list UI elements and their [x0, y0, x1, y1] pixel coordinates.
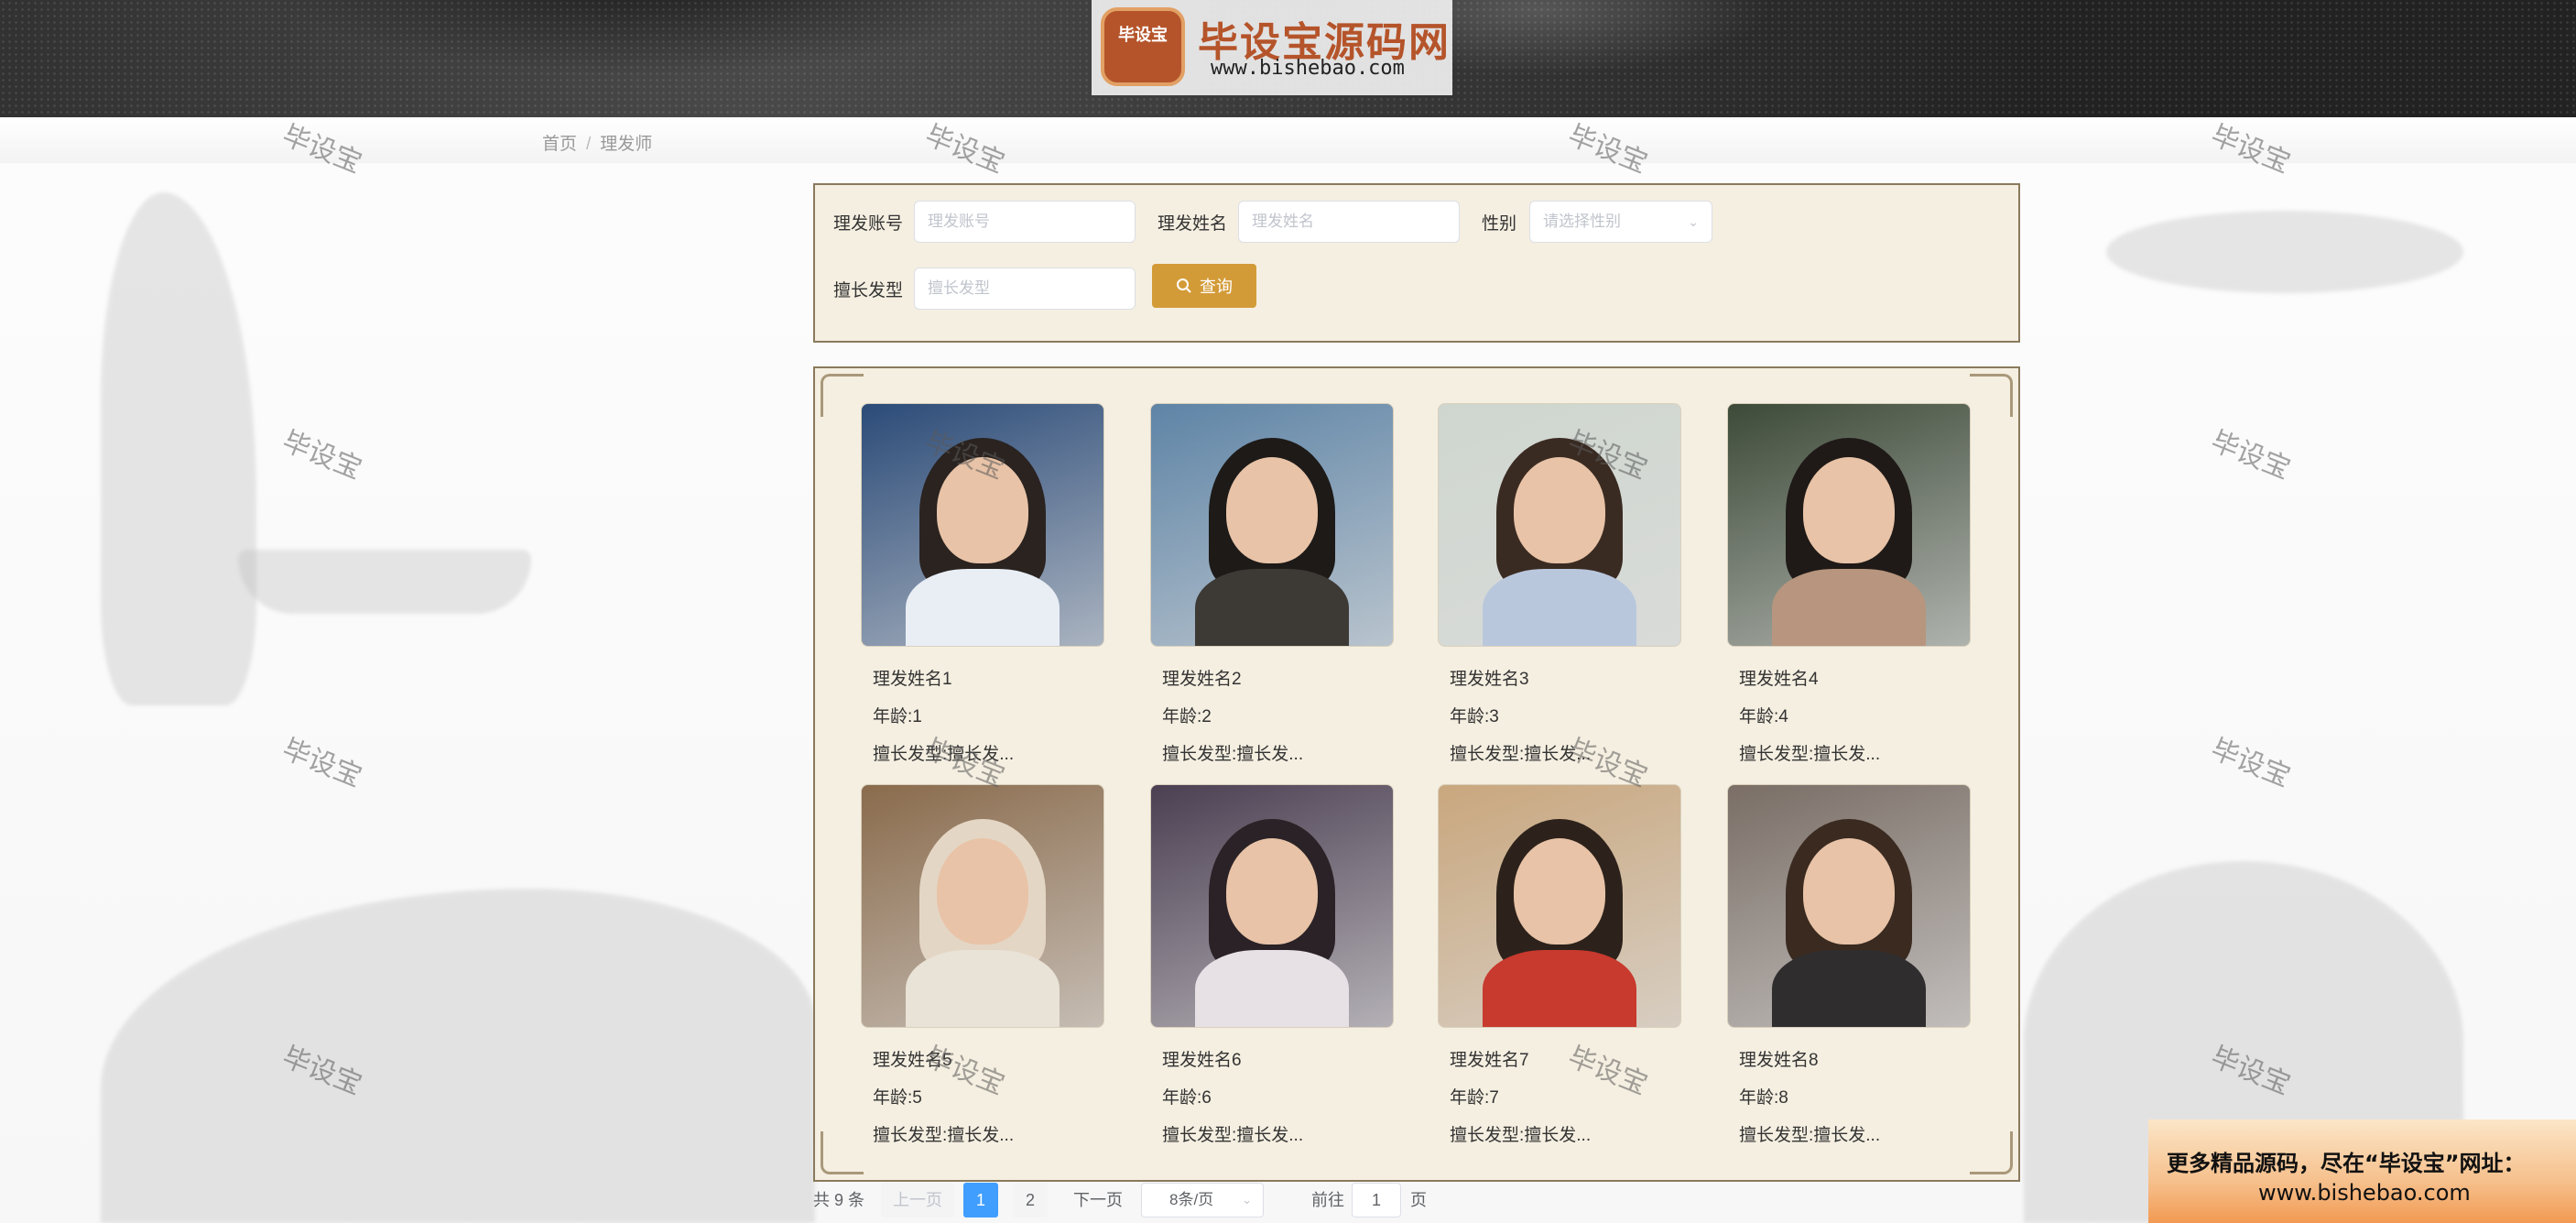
portrait-face	[936, 457, 1029, 564]
barber-name[interactable]: 理发姓名7	[1450, 1046, 1529, 1071]
barber-photo[interactable]	[1438, 784, 1681, 1028]
promo-line-1: 更多精品源码，尽在“毕设宝”网址：	[2167, 1151, 2526, 1176]
barber-age: 年龄:5	[873, 1088, 922, 1108]
name-label: 理发姓名	[1158, 214, 1228, 234]
barber-name[interactable]: 理发姓名1	[873, 665, 952, 690]
breadcrumb-current: 理发师	[600, 135, 653, 154]
logo-url: www.bishebao.com	[1211, 57, 1405, 80]
barber-name[interactable]: 理发姓名2	[1162, 665, 1242, 690]
search-button-label: 查询	[1200, 278, 1233, 296]
next-page-button[interactable]: 下一页	[1066, 1183, 1130, 1218]
corner-ornament-icon	[821, 374, 864, 417]
portrait-body	[905, 949, 1060, 1027]
watermark-text: 毕设宝	[277, 733, 366, 794]
pagination-total: 共 9 条	[813, 1191, 865, 1209]
barber-age: 年龄:2	[1162, 707, 1212, 726]
watermark-text: 毕设宝	[277, 425, 366, 486]
corner-ornament-icon	[1970, 374, 2013, 417]
left-mountain-scenery	[101, 889, 815, 1223]
barber-age: 年龄:7	[1450, 1088, 1499, 1108]
barber-photo[interactable]	[861, 784, 1104, 1028]
gender-select-placeholder: 请选择性别	[1543, 213, 1621, 230]
breadcrumb-home[interactable]: 首页	[542, 135, 577, 154]
portrait-face	[1513, 457, 1606, 564]
portrait-face	[1225, 838, 1319, 945]
barber-style: 擅长发型:擅长发...	[1162, 745, 1304, 764]
barber-photo[interactable]	[1727, 784, 1971, 1028]
barber-age: 年龄:8	[1739, 1088, 1788, 1108]
portrait-body	[1771, 568, 1927, 646]
portrait-body	[1482, 949, 1637, 1027]
barber-age: 年龄:6	[1162, 1088, 1212, 1108]
barber-photo[interactable]	[1438, 403, 1681, 647]
barber-name[interactable]: 理发姓名8	[1739, 1046, 1819, 1071]
portrait-body	[1771, 949, 1927, 1027]
barber-photo[interactable]	[1150, 784, 1394, 1028]
chevron-down-icon: ⌄	[1242, 1193, 1252, 1207]
breadcrumb: 首页 / 理发师	[542, 130, 652, 155]
page-size-value: 8条/页	[1169, 1191, 1214, 1208]
barber-photo[interactable]	[1727, 403, 1971, 647]
search-icon	[1177, 278, 1191, 293]
style-label: 擅长发型	[833, 281, 904, 300]
breadcrumb-bar	[0, 117, 2576, 163]
barber-name[interactable]: 理发姓名3	[1450, 665, 1529, 690]
barber-name[interactable]: 理发姓名6	[1162, 1046, 1242, 1071]
page-button-1[interactable]: 1	[963, 1183, 998, 1218]
search-button[interactable]: 查询	[1152, 264, 1256, 308]
portrait-face	[1225, 457, 1319, 564]
promo-line-2: www.bishebao.com	[2258, 1180, 2471, 1206]
barber-age: 年龄:1	[873, 707, 922, 726]
barber-name[interactable]: 理发姓名4	[1739, 665, 1819, 690]
promo-banner[interactable]: 更多精品源码，尽在“毕设宝”网址： www.bishebao.com	[2148, 1119, 2576, 1223]
gender-select[interactable]: 请选择性别 ⌄	[1529, 201, 1712, 243]
barber-style: 擅长发型:擅长发...	[1162, 1126, 1304, 1145]
account-label: 理发账号	[833, 214, 904, 234]
portrait-face	[936, 838, 1029, 945]
portrait-body	[1194, 949, 1350, 1027]
left-boat-scenery	[238, 550, 531, 614]
left-cliff-scenery	[101, 192, 256, 705]
account-input[interactable]	[914, 201, 1136, 243]
barber-name[interactable]: 理发姓名5	[873, 1046, 952, 1071]
barber-style: 擅长发型:擅长发...	[873, 745, 1015, 764]
goto-page-input[interactable]: 1	[1352, 1183, 1401, 1218]
portrait-face	[1802, 838, 1896, 945]
portrait-face	[1513, 838, 1606, 945]
site-logo[interactable]: 毕设宝 毕设宝源码网 www.bishebao.com	[1092, 0, 1452, 95]
barber-style: 擅长发型:擅长发...	[1739, 745, 1881, 764]
barber-age: 年龄:3	[1450, 707, 1499, 726]
goto-unit: 页	[1410, 1191, 1427, 1209]
logo-badge-icon: 毕设宝	[1101, 7, 1185, 86]
watermark-text: 毕设宝	[2206, 425, 2295, 486]
barber-style: 擅长发型:擅长发...	[1450, 1126, 1592, 1145]
goto-label: 前往	[1311, 1191, 1344, 1209]
style-input[interactable]	[914, 268, 1136, 310]
barber-style: 擅长发型:擅长发...	[1450, 745, 1592, 764]
barber-style: 擅长发型:擅长发...	[1739, 1126, 1881, 1145]
page-size-select[interactable]: 8条/页 ⌄	[1141, 1183, 1264, 1218]
name-input[interactable]	[1238, 201, 1460, 243]
corner-ornament-icon	[1970, 1131, 2013, 1174]
portrait-face	[1802, 457, 1896, 564]
barber-photo[interactable]	[1150, 403, 1394, 647]
portrait-body	[905, 568, 1060, 646]
page-button-2[interactable]: 2	[1013, 1183, 1048, 1218]
corner-ornament-icon	[821, 1131, 864, 1174]
portrait-body	[1194, 568, 1350, 646]
logo-badge-text: 毕设宝	[1118, 26, 1168, 45]
barber-style: 擅长发型:擅长发...	[873, 1126, 1015, 1145]
prev-page-button[interactable]: 上一页	[881, 1183, 954, 1218]
chevron-down-icon: ⌄	[1688, 214, 1699, 229]
gender-label: 性别	[1482, 214, 1517, 234]
barber-age: 年龄:4	[1739, 707, 1788, 726]
breadcrumb-separator: /	[586, 135, 592, 154]
barber-photo[interactable]	[861, 403, 1104, 647]
watermark-text: 毕设宝	[2206, 733, 2295, 794]
right-cloud-scenery	[2106, 211, 2463, 293]
portrait-body	[1482, 568, 1637, 646]
